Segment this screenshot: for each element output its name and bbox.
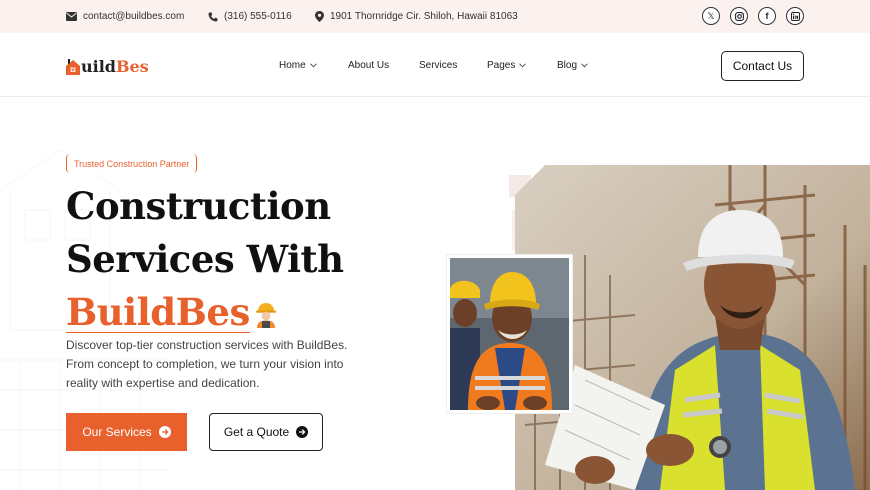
phone-text: (316) 555-0116 <box>224 11 292 22</box>
chevron-down-icon <box>519 60 527 71</box>
nav-home[interactable]: Home <box>279 60 317 71</box>
nav-home-label: Home <box>279 60 306 71</box>
hero-inset-photo <box>447 255 572 413</box>
contact-us-button[interactable]: Contact Us <box>721 51 804 81</box>
nav-about-label: About Us <box>348 60 390 71</box>
x-icon[interactable]: 𝕏 <box>702 7 720 25</box>
email-text: contact@buildbes.com <box>83 11 185 22</box>
mail-icon <box>66 12 77 21</box>
hero-title-line-2: Services With <box>66 237 344 281</box>
get-a-quote-label: Get a Quote <box>223 425 290 439</box>
phone-contact[interactable]: (316) 555-0116 <box>208 0 292 33</box>
hero-description: Discover top-tier construction services … <box>66 338 348 390</box>
hero-title-line-3: BuildBes <box>66 286 344 342</box>
hero-title-brand: BuildBes <box>66 290 250 334</box>
address-contact: 1901 Thornridge Cir. Shiloh, Hawaii 8106… <box>315 0 518 33</box>
nav-pages-label: Pages <box>487 60 516 71</box>
worker-photo-illustration <box>450 258 569 410</box>
hero-title-line-1: Construction <box>66 184 331 228</box>
phone-icon <box>208 12 218 22</box>
our-services-button[interactable]: Our Services <box>66 413 187 451</box>
hero-title: Construction Services With BuildBes <box>66 180 344 342</box>
location-pin-icon <box>315 11 324 22</box>
nav-services-label: Services <box>419 60 458 71</box>
nav-pages[interactable]: Pages <box>487 60 527 71</box>
arrow-right-icon <box>296 426 309 438</box>
chevron-down-icon <box>309 60 317 71</box>
nav-about[interactable]: About Us <box>348 60 389 71</box>
our-services-label: Our Services <box>82 425 152 439</box>
nav-services[interactable]: Services <box>419 60 457 71</box>
arrow-right-icon <box>158 426 171 438</box>
linkedin-icon[interactable] <box>786 7 804 25</box>
get-a-quote-button[interactable]: Get a Quote <box>209 413 323 451</box>
address-text: 1901 Thornridge Cir. Shiloh, Hawaii 8106… <box>330 11 518 22</box>
social-links: 𝕏 f <box>702 7 804 25</box>
instagram-icon[interactable] <box>730 7 748 25</box>
hero-badge: Trusted Construction Partner <box>66 154 198 173</box>
facebook-icon[interactable]: f <box>758 7 776 25</box>
nav-blog-label: Blog <box>557 60 578 71</box>
construction-worker-icon <box>254 289 278 342</box>
main-header: uild Bes Home About Us Services Pages Blo… <box>0 33 870 97</box>
top-contact-bar: contact@buildbes.com (316) 555-0116 1901… <box>0 0 870 33</box>
chevron-down-icon <box>581 60 588 71</box>
nav-blog[interactable]: Blog <box>557 60 588 71</box>
email-contact[interactable]: contact@buildbes.com <box>66 0 184 33</box>
